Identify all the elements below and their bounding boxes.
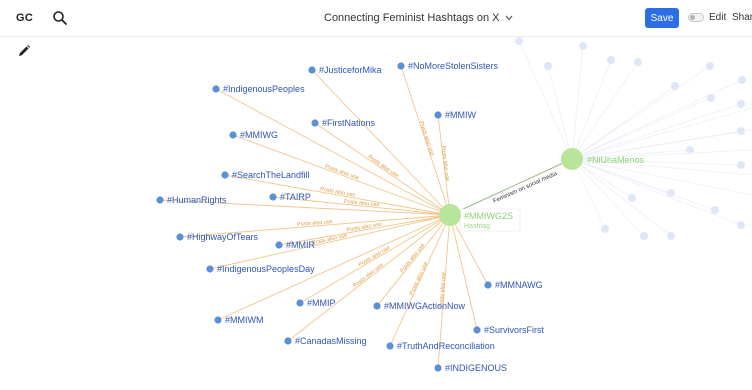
node-label-mmiwm: #MMIWM <box>225 315 264 325</box>
node-human[interactable] <box>156 196 164 204</box>
node-search[interactable] <box>221 171 229 179</box>
node-tairp[interactable] <box>269 193 277 201</box>
faded-edge <box>571 158 716 211</box>
faded-node[interactable] <box>671 82 679 90</box>
node-indig[interactable] <box>212 85 220 93</box>
top-bar: GC Connecting Feminist Hashtags on X Sav… <box>0 0 752 37</box>
node-highway[interactable] <box>176 233 184 241</box>
edge-label-mmiwg: Posts also use <box>324 164 360 182</box>
toggle-knob <box>690 15 695 20</box>
faded-edge <box>571 65 711 160</box>
faded-node[interactable] <box>706 62 714 70</box>
faded-node[interactable] <box>738 76 746 84</box>
node-label-mmip: #MMIP <box>307 298 336 308</box>
node-truth[interactable] <box>386 342 394 350</box>
faded-node[interactable] <box>628 194 636 202</box>
node-stolen[interactable] <box>397 62 405 70</box>
center-node-label: #MMIWG2S <box>464 211 513 221</box>
node-label-tairp: #TAIRP <box>280 192 311 202</box>
node-mmiwg[interactable] <box>229 131 237 139</box>
share-button[interactable]: Share <box>732 12 752 23</box>
graph-title: Connecting Feminist Hashtags on X <box>324 12 500 24</box>
secondary-node-label: #NiUnaMenos <box>587 155 645 165</box>
node-justice[interactable] <box>308 66 316 74</box>
node-label-first: #FirstNations <box>322 118 376 128</box>
node-label-mmnawg: #MMNAWG <box>495 280 543 290</box>
faded-node[interactable] <box>515 37 523 45</box>
faded-node[interactable] <box>737 221 745 229</box>
edge-center-niunamenos <box>449 158 573 216</box>
faded-edge <box>571 79 743 160</box>
node-label-indigenous: #INDIGENOUS <box>445 363 507 373</box>
edge-label-tairp: Posts also use <box>343 199 379 209</box>
save-button[interactable]: Save <box>645 8 679 28</box>
faded-node[interactable] <box>667 232 675 240</box>
center-node-type: Hashtag <box>464 223 490 230</box>
node-indigenous[interactable] <box>434 364 442 372</box>
faded-edge <box>571 158 742 226</box>
center-node-mmiwg2s[interactable] <box>439 204 461 226</box>
faded-node[interactable] <box>634 58 642 66</box>
faded-edge <box>571 158 672 237</box>
edge-label-stolen: Posts also use <box>418 121 435 157</box>
node-label-mmir: #MMIR <box>286 240 316 250</box>
faded-edge <box>571 85 676 160</box>
faded-edge <box>547 65 573 160</box>
app-logo[interactable]: GC <box>16 12 33 24</box>
faded-node[interactable] <box>579 42 587 50</box>
node-mmiwm[interactable] <box>214 316 222 324</box>
node-label-stolen: #NoMoreStolenSisters <box>408 61 499 71</box>
secondary-node-niunamenos[interactable] <box>561 148 583 170</box>
faded-node[interactable] <box>607 56 615 64</box>
node-label-mmiwg: #MMIWG <box>240 130 278 140</box>
edge-label-truth: Posts also use <box>409 261 429 296</box>
faded-node[interactable] <box>707 94 715 102</box>
node-mmiw[interactable] <box>434 111 442 119</box>
edge-label-mmiw: Posts also use <box>440 145 450 181</box>
edge-label-ipday: Posts also use <box>312 233 348 247</box>
node-survivors[interactable] <box>473 326 481 334</box>
edge-label-first: Posts also use <box>367 154 400 179</box>
faded-node[interactable] <box>640 232 648 240</box>
edge-survivors <box>449 214 478 331</box>
node-ipday[interactable] <box>206 265 214 273</box>
edit-toggle[interactable] <box>688 13 704 22</box>
node-first[interactable] <box>311 119 319 127</box>
node-canada[interactable] <box>284 337 292 345</box>
node-mmir[interactable] <box>275 241 283 249</box>
faded-node[interactable] <box>737 100 745 108</box>
faded-edge <box>571 103 742 160</box>
faded-node[interactable] <box>601 225 609 233</box>
node-label-truth: #TruthAndReconciliation <box>397 341 495 351</box>
node-label-ipday: #IndigenousPeoplesDay <box>217 264 315 274</box>
faded-edge <box>571 45 584 160</box>
node-label-indig: #IndigenousPeoples <box>223 84 305 94</box>
node-mmip[interactable] <box>296 299 304 307</box>
node-action[interactable] <box>373 302 381 310</box>
node-label-human: #HumanRights <box>167 195 227 205</box>
node-label-survivors: #SurvivorsFirst <box>484 325 545 335</box>
faded-node[interactable] <box>737 161 745 169</box>
edge-label-canada: Posts also use <box>352 262 384 289</box>
node-mmnawg[interactable] <box>484 281 492 289</box>
node-label-justice: #JusticeforMika <box>319 65 382 75</box>
faded-node[interactable] <box>544 62 552 70</box>
node-label-search: #SearchTheLandfill <box>232 170 310 180</box>
edge-label-feminism: Feminism on social media <box>492 171 558 205</box>
edge-label-search: Posts also use <box>320 186 356 198</box>
search-icon[interactable] <box>52 10 68 26</box>
faded-edge <box>518 40 573 160</box>
node-label-canada: #CanadasMissing <box>295 336 367 346</box>
edge-label-highway: Posts also use <box>297 219 333 228</box>
edit-label: Edit <box>709 12 727 23</box>
chevron-down-icon <box>505 12 513 24</box>
faded-node[interactable] <box>711 206 719 214</box>
node-label-action: #MMIWGActionNow <box>384 301 466 311</box>
node-label-highway: #HighwayOfTears <box>187 232 259 242</box>
network-graph[interactable]: Posts also use Posts also use Posts also u… <box>0 36 752 390</box>
node-label-mmiw: #MMIW <box>445 110 477 120</box>
graph-title-dropdown[interactable]: Connecting Feminist Hashtags on X <box>324 12 513 24</box>
